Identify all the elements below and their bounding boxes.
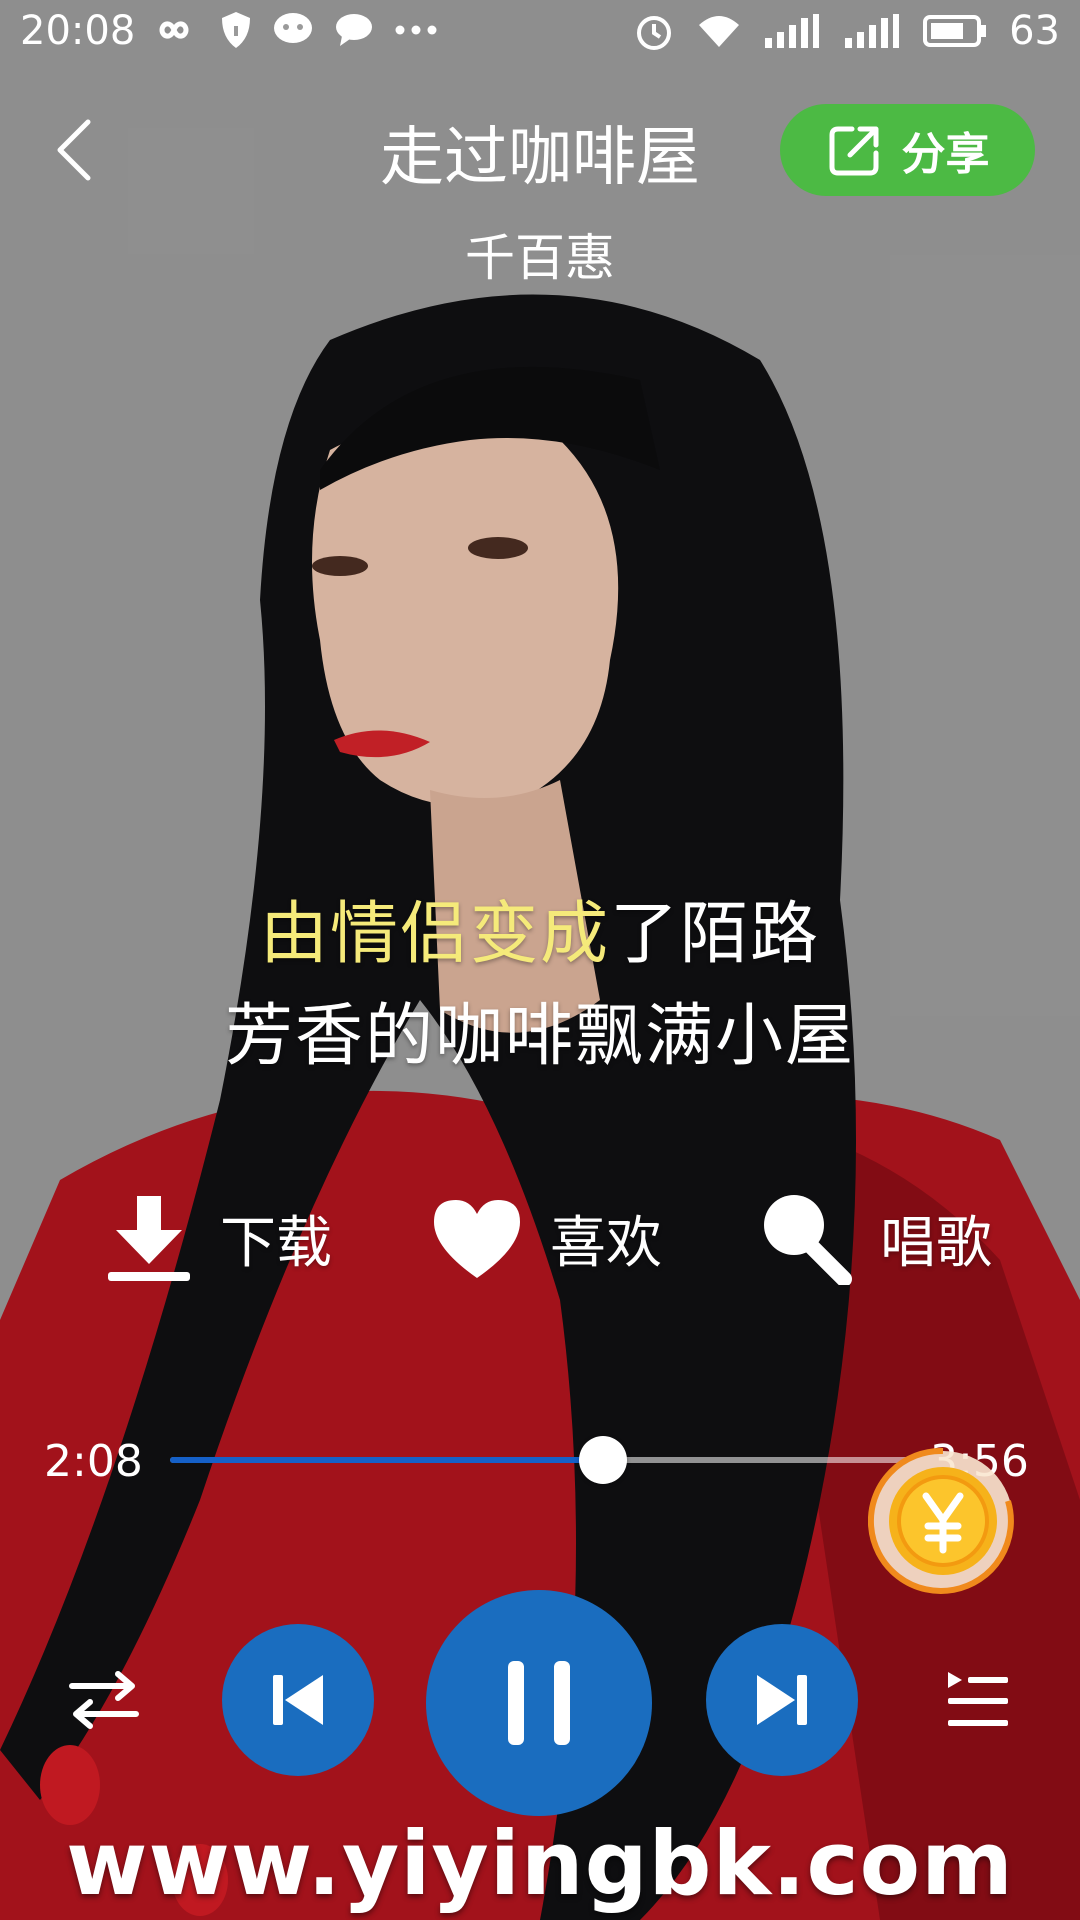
watermark-text: www.yiyingbk.com [66, 1812, 1014, 1915]
wifi-icon [699, 16, 740, 47]
download-button[interactable]: 下载 [104, 1188, 332, 1288]
lyric-sung-part: 由情侣变成 [259, 895, 610, 974]
playlist-button[interactable] [944, 1668, 1010, 1732]
status-system-icons: 63 [633, 8, 1060, 54]
battery-level: 63 [1009, 8, 1060, 54]
download-icon [108, 1196, 190, 1281]
signal-4g-icon [765, 14, 820, 48]
artist-name[interactable]: 千百惠 [0, 218, 1080, 290]
message-icon [336, 14, 372, 46]
share-button[interactable]: 分享 [780, 104, 1035, 196]
share-label: 分享 [901, 129, 990, 180]
status-bar: 20:08 63 [0, 0, 1080, 64]
playlist-icon [948, 1672, 1008, 1726]
infinity-icon [159, 21, 189, 39]
previous-track-button[interactable] [222, 1624, 374, 1776]
shield-icon [222, 12, 250, 48]
pause-button[interactable] [426, 1590, 652, 1816]
lyric-current-line[interactable]: 由情侣变成了陌路 [0, 878, 1080, 977]
status-notification-icons [148, 10, 438, 50]
yuan-coin-icon [867, 1447, 1014, 1594]
play-mode-button[interactable] [68, 1668, 140, 1732]
next-track-button[interactable] [706, 1624, 858, 1776]
coin-reward-button[interactable] [867, 1446, 1018, 1596]
status-time: 20:08 [20, 8, 136, 54]
microphone-icon [764, 1195, 852, 1285]
sing-label: 唱歌 [880, 1210, 992, 1276]
lyric-unsung-part: 了陌路 [610, 895, 821, 974]
battery-icon [923, 15, 987, 47]
pause-icon [508, 1661, 570, 1745]
progress-thumb[interactable] [578, 1436, 627, 1484]
like-button[interactable]: 喜欢 [430, 1188, 662, 1288]
progress-bar[interactable] [170, 1436, 910, 1484]
sing-button[interactable]: 唱歌 [760, 1188, 992, 1288]
progress-fill [170, 1457, 603, 1463]
like-label: 喜欢 [550, 1210, 662, 1276]
download-label: 下载 [220, 1210, 332, 1276]
skip-previous-icon [273, 1675, 323, 1725]
alarm-icon [637, 16, 672, 50]
signal-icon [845, 14, 900, 48]
sequence-arrows-icon [69, 1671, 139, 1729]
heart-icon [434, 1200, 520, 1278]
lyric-next-line[interactable]: 芳香的咖啡飘满小屋 [0, 980, 1080, 1079]
wechat-icon [274, 13, 312, 43]
skip-next-icon [757, 1675, 807, 1725]
elapsed-time: 2:08 [44, 1436, 143, 1487]
more-dots-icon [395, 25, 437, 35]
share-icon [829, 126, 878, 176]
